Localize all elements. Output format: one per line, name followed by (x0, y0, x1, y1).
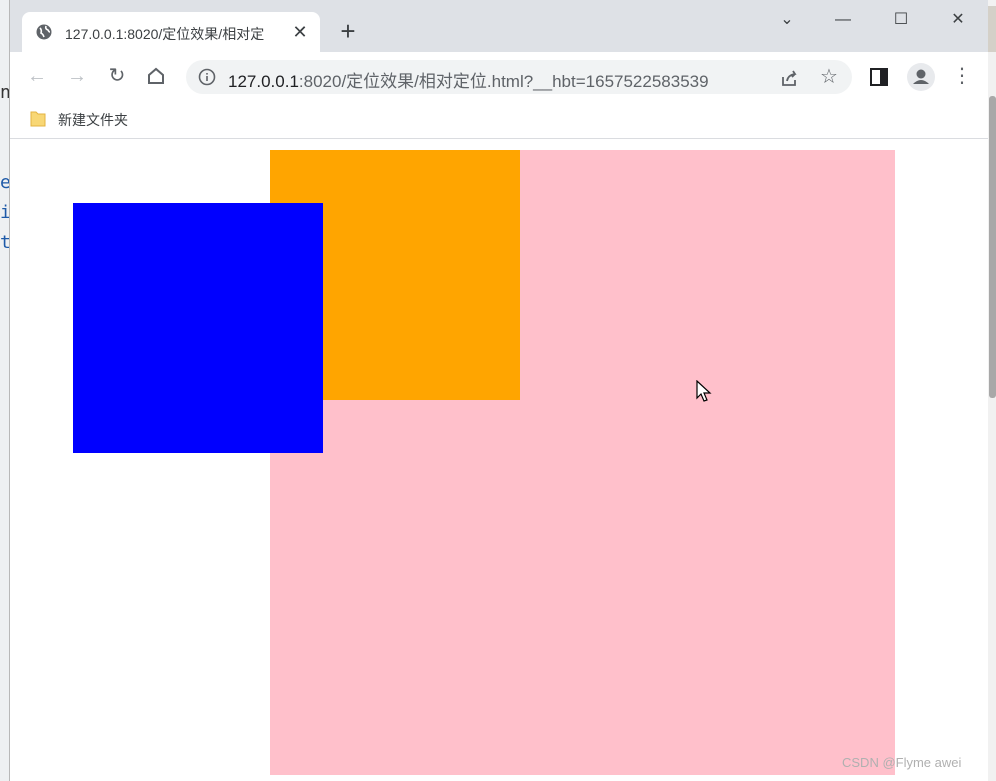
scroll-thumb[interactable] (989, 96, 996, 398)
minimize-button[interactable]: — (831, 8, 855, 32)
share-icon[interactable] (780, 68, 800, 88)
maximize-button[interactable]: ☐ (889, 8, 913, 32)
url-path: :8020/定位效果/相对定位.html?__hbt=1657522583539 (298, 72, 709, 91)
side-panel-icon[interactable] (870, 68, 888, 86)
blue-box (73, 203, 323, 453)
globe-icon (36, 24, 52, 40)
tab-close-icon[interactable]: ✕ (290, 22, 310, 42)
url-host: 127.0.0.1 (228, 72, 299, 91)
folder-icon (30, 111, 46, 127)
browser-toolbar: ← → ↻ 127.0.0.1:8020/定位效果/相对定位.html?__hb… (10, 52, 988, 100)
active-tab[interactable]: 127.0.0.1:8020/定位效果/相对定 ✕ (22, 12, 320, 52)
bookmarks-bar: 新建文件夹 (10, 100, 988, 139)
browser-window: 127.0.0.1:8020/定位效果/相对定 ✕ + ⌄ — ☐ ✕ ← → … (9, 0, 996, 781)
tab-search-chevron-down-icon[interactable]: ⌄ (775, 8, 799, 32)
forward-arrow-icon[interactable]: → (65, 64, 89, 88)
bookmark-star-icon[interactable]: ☆ (818, 66, 840, 88)
info-icon[interactable] (198, 68, 216, 86)
page-scrollbar[interactable] (988, 52, 996, 781)
mouse-cursor-icon (696, 380, 712, 402)
more-vert-icon[interactable]: ⋮ (952, 64, 972, 88)
bookmark-label: 新建文件夹 (58, 112, 128, 128)
back-arrow-icon[interactable]: ← (25, 64, 49, 88)
profile-avatar[interactable] (907, 63, 935, 91)
tab-title: 127.0.0.1:8020/定位效果/相对定 (65, 26, 265, 42)
url-text[interactable]: 127.0.0.1:8020/定位效果/相对定位.html?__hbt=1657… (228, 67, 709, 91)
person-icon (913, 69, 929, 84)
watermark: CSDN @Flyme awei (842, 755, 962, 770)
address-bar[interactable]: 127.0.0.1:8020/定位效果/相对定位.html?__hbt=1657… (186, 60, 852, 94)
home-icon[interactable] (145, 65, 167, 87)
close-window-button[interactable]: ✕ (946, 8, 970, 32)
reload-icon[interactable]: ↻ (105, 64, 129, 88)
page-viewport (10, 140, 988, 781)
new-tab-button[interactable]: + (336, 18, 360, 44)
title-bar: 127.0.0.1:8020/定位效果/相对定 ✕ + ⌄ — ☐ ✕ (10, 0, 988, 52)
